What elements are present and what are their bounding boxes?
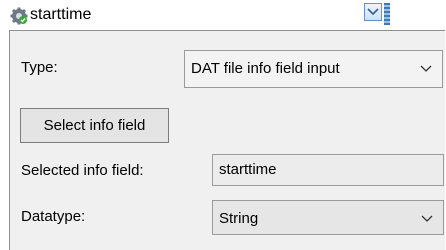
resize-grip[interactable] [384,3,390,25]
datatype-dropdown[interactable]: String [212,200,444,235]
collapse-button[interactable] [364,3,382,21]
chevron-down-icon [420,65,432,72]
chevron-down-icon [367,8,379,16]
type-dropdown[interactable]: DAT file info field input [184,50,443,88]
node-editor: starttime Type: DAT file info field inpu… [0,0,446,250]
datatype-dropdown-value: String [219,210,259,227]
gear-icon [10,7,28,25]
datatype-label: Datatype: [21,208,86,225]
selected-info-field-label: Selected info field: [21,162,144,179]
settings-panel: Type: DAT file info field input Select i… [9,30,445,250]
node-title: starttime [30,6,92,23]
select-info-field-button[interactable]: Select info field [20,108,169,143]
selected-info-field-value: starttime [212,154,444,186]
type-label: Type: [21,59,58,76]
type-dropdown-value: DAT file info field input [191,60,340,77]
chevron-down-icon [421,215,433,222]
